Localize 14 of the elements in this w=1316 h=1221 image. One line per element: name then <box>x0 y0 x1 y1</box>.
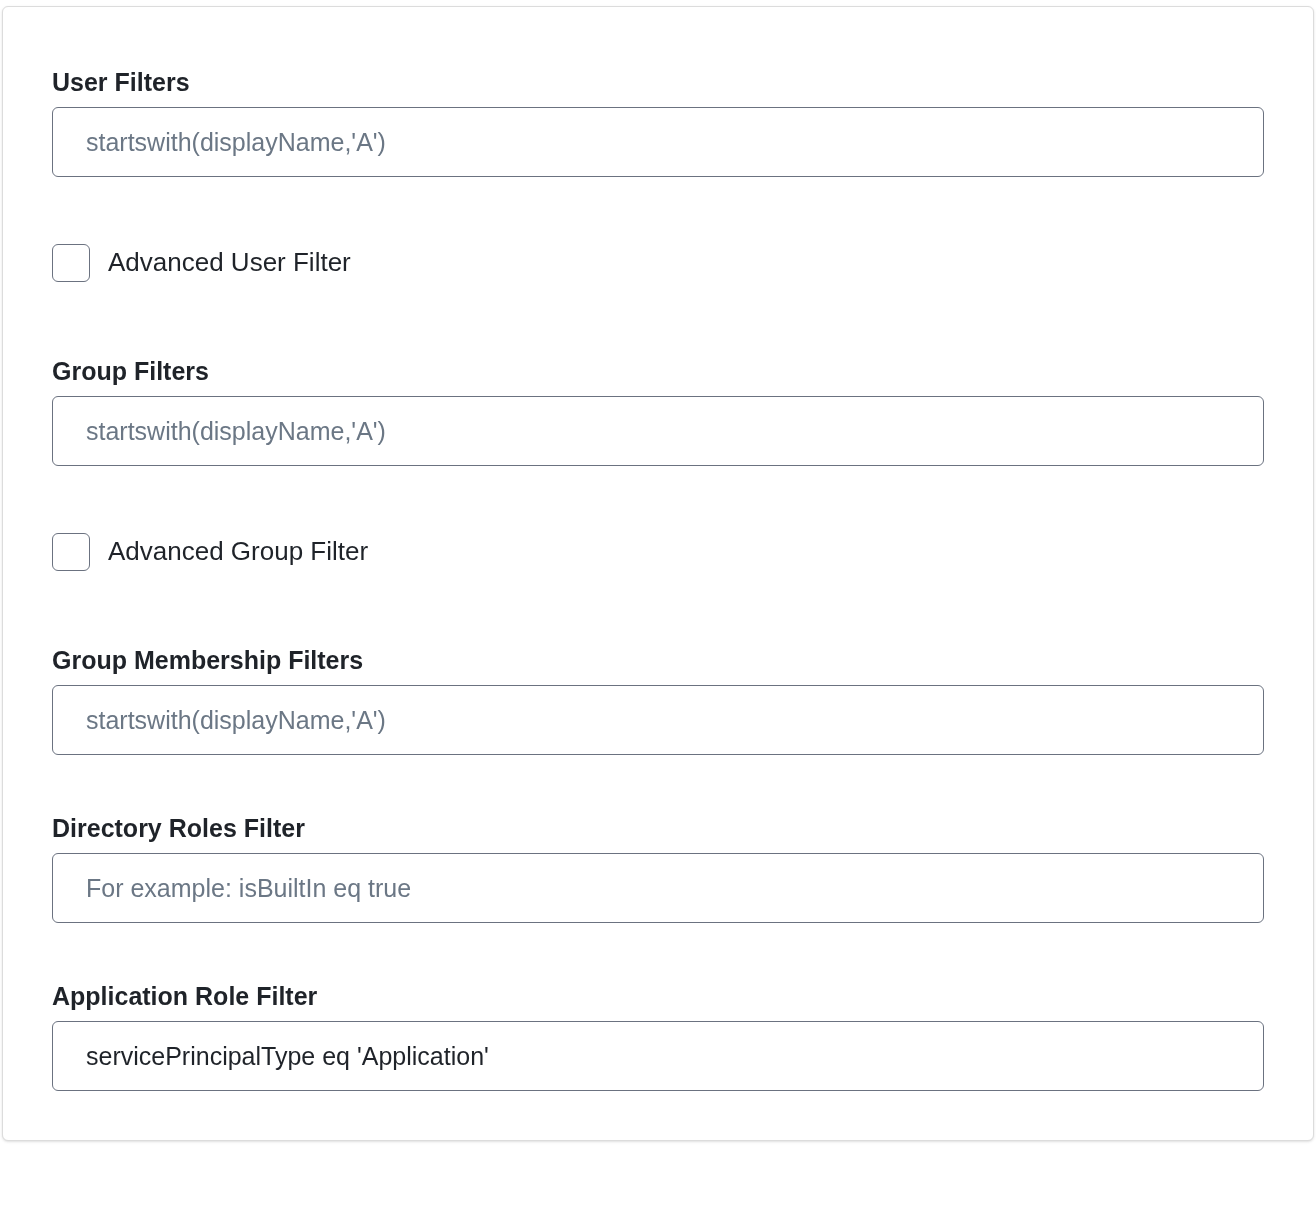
filter-input[interactable]: startswith(displayName,'A') <box>52 396 1264 466</box>
checkbox[interactable] <box>52 532 90 571</box>
filter-input[interactable]: servicePrincipalType eq 'Application' <box>52 1021 1264 1091</box>
checkbox-label: Advanced User Filter <box>108 246 351 279</box>
field-label: Group Filters <box>52 356 210 386</box>
checkbox-label: Advanced Group Filter <box>108 535 369 568</box>
field-label: User Filters <box>52 67 191 97</box>
filter-input[interactable]: For example: isBuiltIn eq true <box>52 853 1264 923</box>
field-label: Directory Roles Filter <box>52 813 306 843</box>
filter-input[interactable]: startswith(displayName,'A') <box>52 685 1264 755</box>
field-label: Group Membership Filters <box>52 645 365 675</box>
field-label: Application Role Filter <box>52 981 319 1011</box>
checkbox[interactable] <box>52 243 90 282</box>
filter-input[interactable]: startswith(displayName,'A') <box>52 107 1264 177</box>
